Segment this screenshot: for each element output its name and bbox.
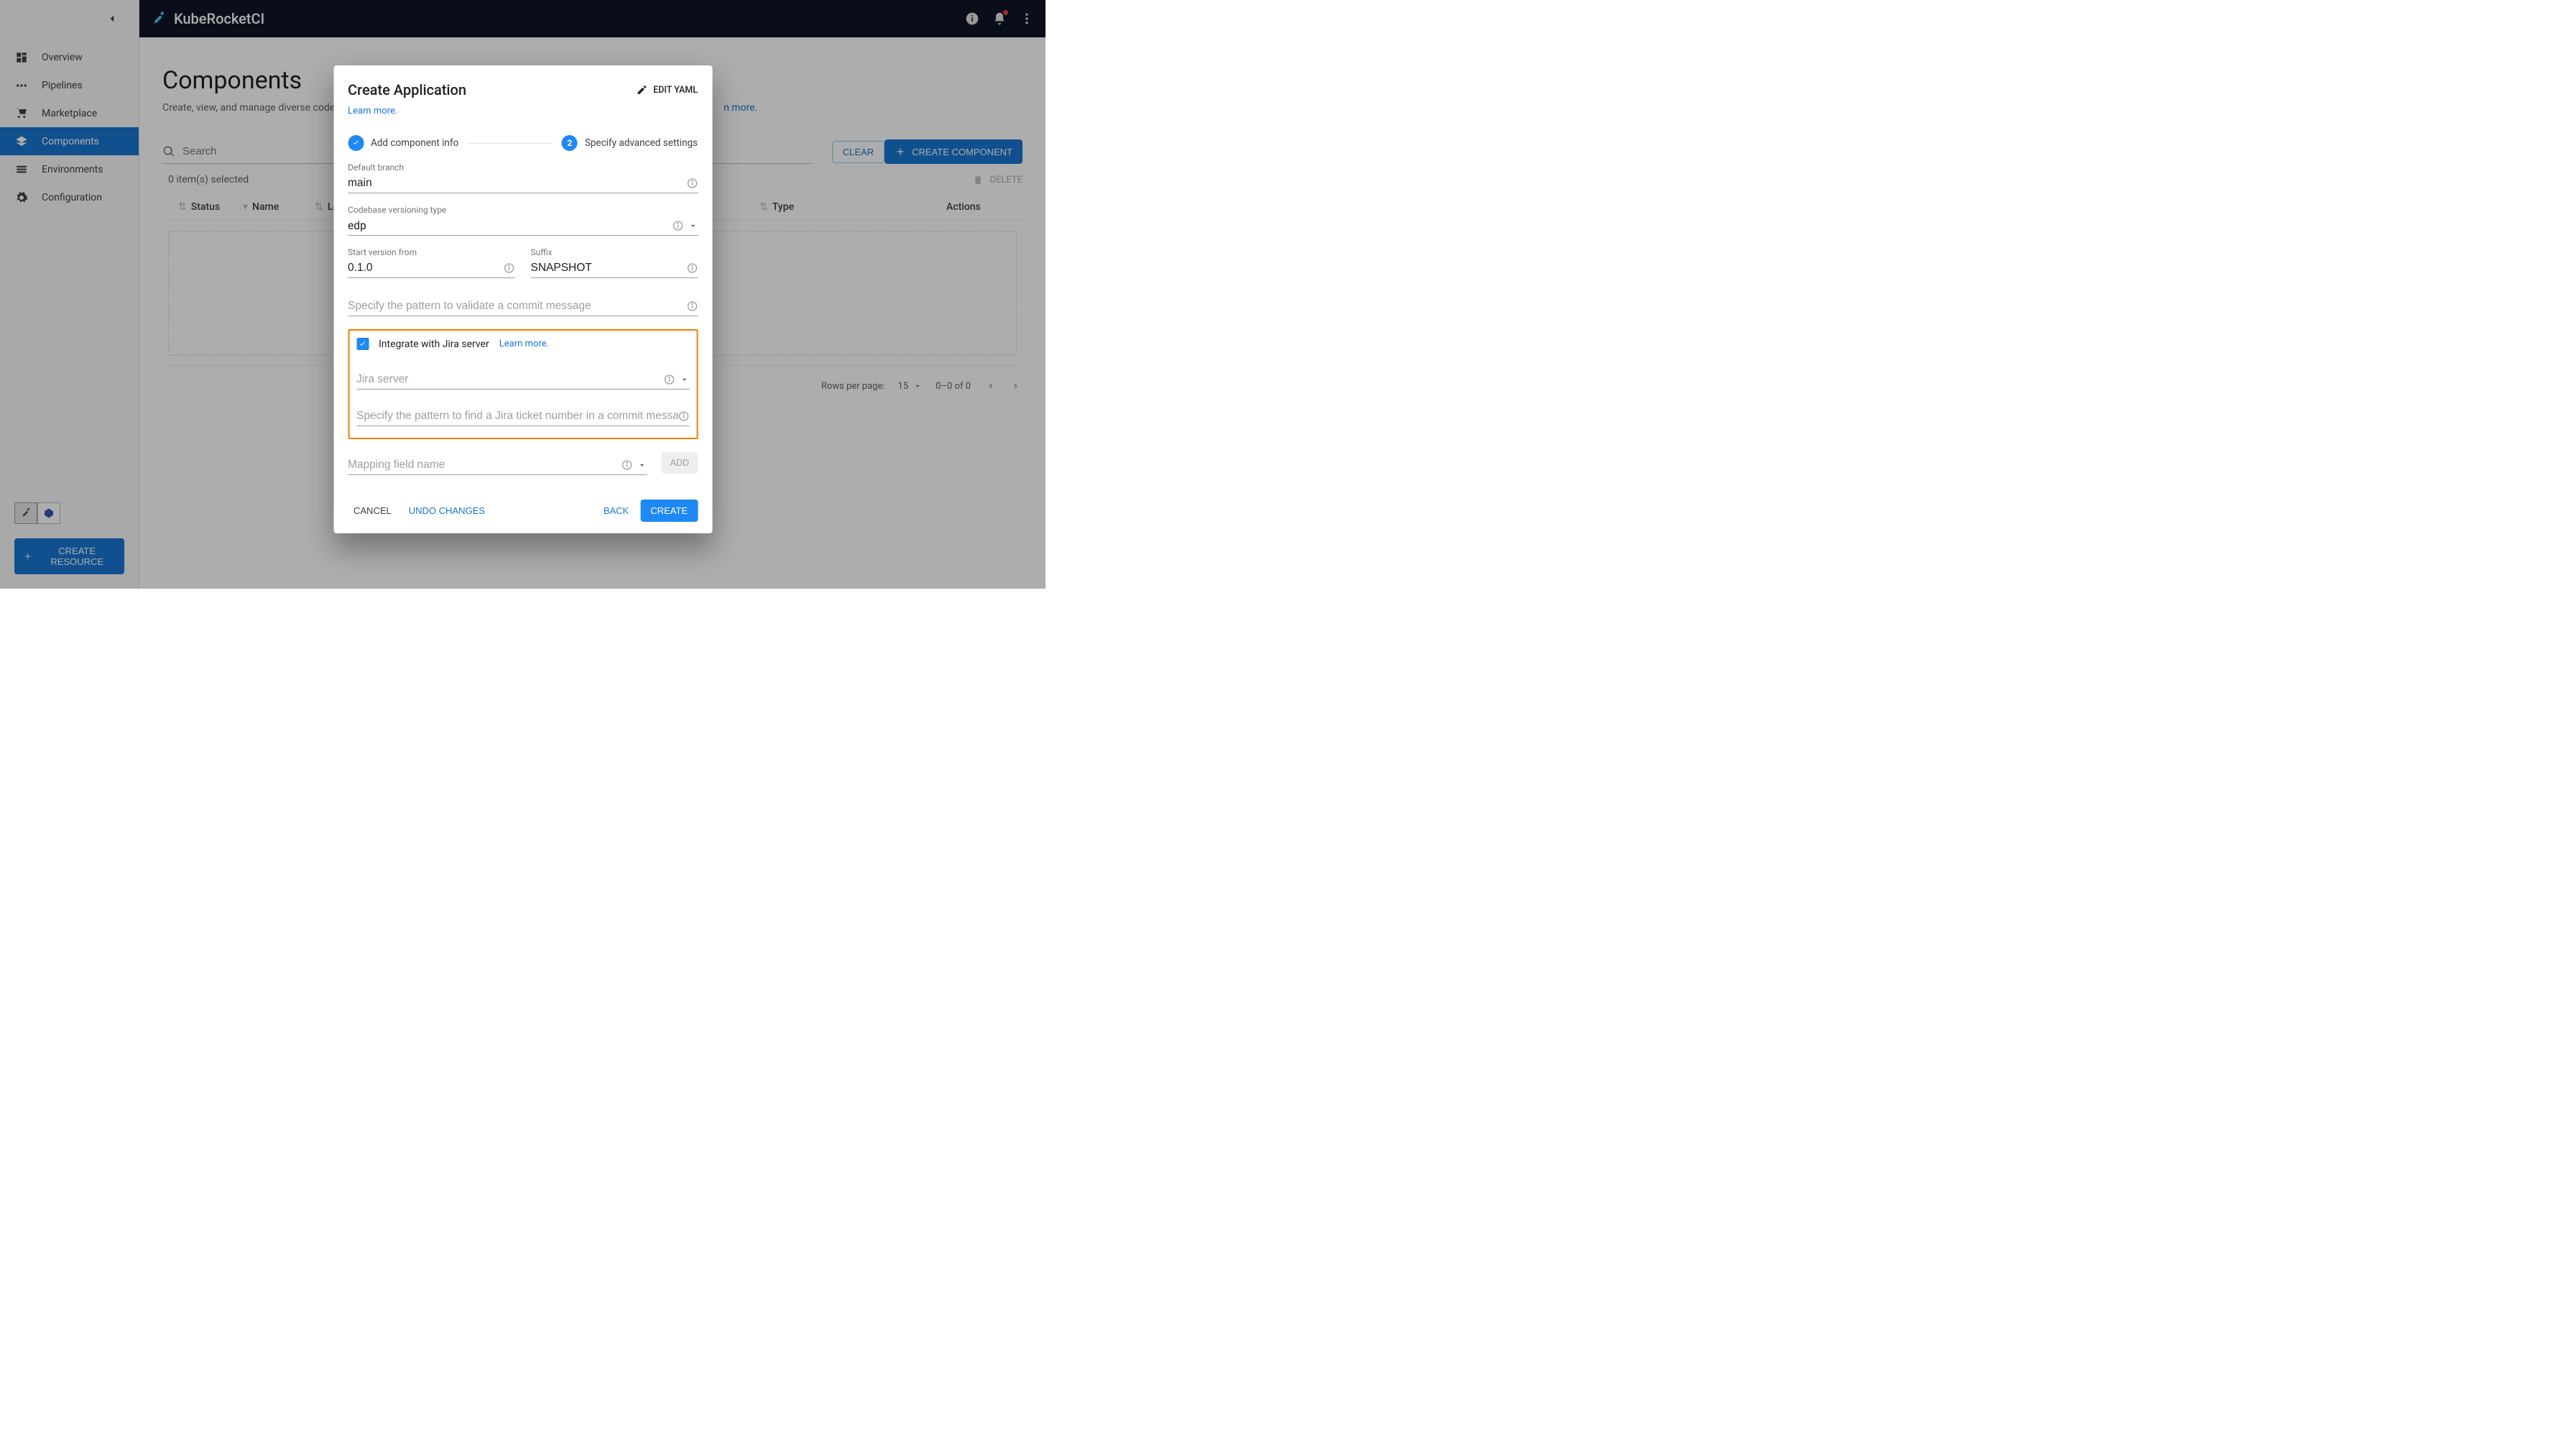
field-jira-pattern xyxy=(356,407,689,426)
cancel-button[interactable]: CANCEL xyxy=(348,501,397,520)
field-suffix: Suffix xyxy=(531,247,698,278)
step-2-label: Specify advanced settings xyxy=(585,137,698,149)
step-1[interactable]: Add component info xyxy=(348,135,458,151)
jira-checkbox[interactable] xyxy=(356,338,369,350)
dialog-learn-more-link[interactable]: Learn more. xyxy=(348,106,397,116)
info-icon[interactable] xyxy=(504,262,515,274)
info-icon[interactable] xyxy=(663,374,675,385)
create-application-dialog: Create Application EDIT YAML Learn more.… xyxy=(333,65,712,533)
label-default-branch: Default branch xyxy=(348,162,698,172)
dialog-header: Create Application EDIT YAML xyxy=(348,81,698,98)
step-1-label: Add component info xyxy=(371,137,458,149)
chevron-down-icon[interactable] xyxy=(637,460,647,470)
info-icon[interactable] xyxy=(686,300,698,312)
jira-checkbox-label: Integrate with Jira server xyxy=(379,339,489,350)
dialog-title: Create Application xyxy=(348,81,466,98)
input-commit-pattern[interactable] xyxy=(348,300,686,313)
field-default-branch: Default branch xyxy=(348,162,698,193)
label-suffix: Suffix xyxy=(531,247,698,257)
input-start-version[interactable] xyxy=(348,262,504,275)
input-default-branch[interactable] xyxy=(348,177,686,190)
pencil-icon xyxy=(636,84,647,96)
input-jira-pattern[interactable] xyxy=(356,410,678,423)
chevron-down-icon[interactable] xyxy=(679,374,689,385)
edit-yaml-label: EDIT YAML xyxy=(653,85,698,96)
back-button[interactable]: BACK xyxy=(598,501,634,520)
check-icon xyxy=(348,135,364,151)
info-icon[interactable] xyxy=(686,262,698,274)
info-icon[interactable] xyxy=(622,459,633,471)
select-mapping-field[interactable] xyxy=(348,459,622,472)
step-connector xyxy=(468,143,552,144)
step-2[interactable]: 2 Specify advanced settings xyxy=(562,135,698,151)
undo-changes-button[interactable]: UNDO CHANGES xyxy=(403,501,491,520)
input-suffix[interactable] xyxy=(531,262,687,275)
dialog-actions: CANCEL UNDO CHANGES BACK CREATE xyxy=(348,500,698,522)
mapping-row: ADD xyxy=(348,452,698,475)
add-mapping-button: ADD xyxy=(662,452,698,474)
select-versioning[interactable]: edp xyxy=(348,219,672,232)
field-start-version: Start version from xyxy=(348,247,515,278)
jira-integration-section: Integrate with Jira server Learn more. xyxy=(348,329,698,439)
field-mapping xyxy=(348,454,647,475)
edit-yaml-button[interactable]: EDIT YAML xyxy=(636,84,698,96)
field-commit-pattern xyxy=(348,297,698,316)
field-jira-server xyxy=(356,370,689,390)
info-icon[interactable] xyxy=(678,410,689,422)
info-icon[interactable] xyxy=(686,178,698,189)
create-button[interactable]: CREATE xyxy=(640,500,698,522)
jira-learn-more-link[interactable]: Learn more. xyxy=(499,339,549,349)
field-versioning: Codebase versioning type edp xyxy=(348,205,698,236)
stepper: Add component info 2 Specify advanced se… xyxy=(348,135,698,151)
info-icon[interactable] xyxy=(672,220,683,231)
chevron-down-icon[interactable] xyxy=(688,221,698,231)
step-2-badge: 2 xyxy=(562,135,578,151)
label-start-version: Start version from xyxy=(348,247,515,257)
label-versioning: Codebase versioning type xyxy=(348,205,698,215)
select-jira-server[interactable] xyxy=(356,373,663,386)
